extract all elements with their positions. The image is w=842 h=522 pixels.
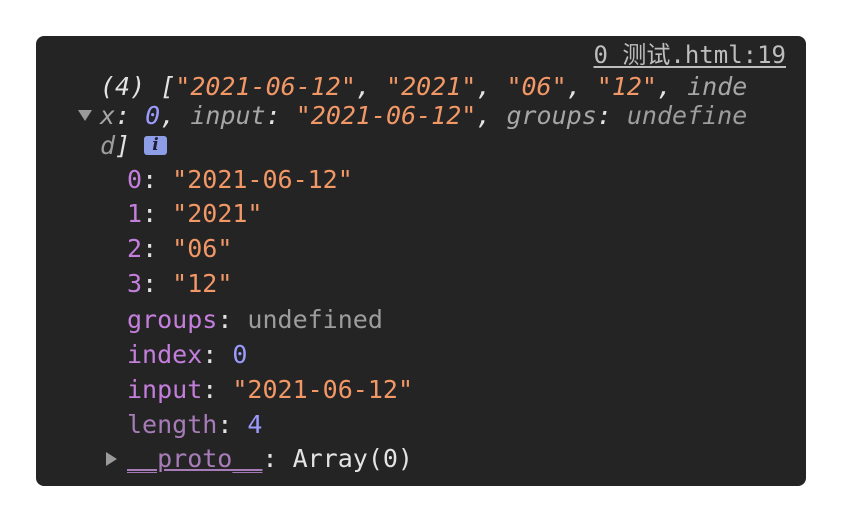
summary-item-3: "12" — [596, 72, 657, 101]
summary-index-key-end: x — [100, 101, 116, 130]
property-value: 0 — [232, 340, 248, 369]
summary-item-1: "2021" — [386, 72, 477, 101]
info-icon[interactable]: i — [144, 136, 167, 155]
colon: : — [202, 375, 233, 404]
colon: : — [115, 101, 146, 130]
array-entry-2: 2: "06" — [127, 232, 232, 266]
entry-value: "12" — [172, 269, 233, 298]
summary-groups-key: groups — [506, 101, 597, 130]
source-link[interactable]: 0 测试.html:19 — [594, 39, 787, 71]
summary-groups-value-start: undefine — [626, 101, 748, 130]
colon: : — [596, 101, 627, 130]
close-bracket: ] — [115, 131, 131, 160]
console-panel: 0 测试.html:19 (4) ["2021-06-12", "2021", … — [36, 36, 806, 486]
proto-property[interactable]: __proto__: Array(0) — [127, 442, 413, 476]
separator: , — [355, 72, 387, 101]
separator: , — [160, 101, 191, 130]
entry-key: 1 — [127, 199, 143, 228]
expand-proto-icon[interactable] — [106, 452, 117, 466]
property-key: index — [127, 340, 203, 369]
property-value: 4 — [247, 410, 263, 439]
array-entry-0: 0: "2021-06-12" — [127, 163, 353, 197]
property-key: input — [127, 375, 203, 404]
summary-input-value: "2021-06-12" — [295, 101, 477, 130]
property-value: undefined — [247, 305, 383, 334]
colon: : — [142, 234, 173, 263]
array-entry-3: 3: "12" — [127, 267, 232, 301]
property-key: length — [127, 410, 218, 439]
colon: : — [265, 101, 296, 130]
length-property: length: 4 — [127, 408, 262, 442]
summary-item-2: "06" — [506, 72, 567, 101]
entry-key: 2 — [127, 234, 143, 263]
summary-groups-value-end: d — [100, 131, 116, 160]
array-summary-line-2: x: 0, input: "2021-06-12", groups: undef… — [100, 99, 747, 133]
property-key: groups — [127, 305, 218, 334]
summary-index-key-start: inde — [687, 72, 748, 101]
property-value: "2021-06-12" — [232, 375, 413, 404]
separator: , — [476, 101, 507, 130]
summary-input-key: input — [190, 101, 266, 130]
property-key: __proto__ — [127, 444, 263, 473]
separator: , — [566, 72, 597, 101]
colon: : — [217, 410, 248, 439]
index-property: index: 0 — [127, 338, 247, 372]
open-bracket: [ — [160, 72, 176, 101]
array-entry-1: 1: "2021" — [127, 197, 262, 231]
separator: , — [656, 72, 688, 101]
property-value: Array(0) — [292, 444, 413, 473]
array-count: (4) — [100, 72, 146, 101]
separator: , — [476, 72, 507, 101]
summary-index-value: 0 — [145, 101, 161, 130]
colon: : — [142, 269, 173, 298]
entry-value: "2021" — [172, 199, 263, 228]
colon: : — [202, 340, 233, 369]
colon: : — [262, 444, 293, 473]
entry-key: 0 — [127, 165, 143, 194]
input-property: input: "2021-06-12" — [127, 373, 413, 407]
groups-property: groups: undefined — [127, 303, 383, 337]
entry-key: 3 — [127, 269, 143, 298]
collapse-toggle-icon[interactable] — [78, 110, 92, 121]
array-summary-line-3: d] — [100, 129, 130, 163]
colon: : — [217, 305, 248, 334]
colon: : — [142, 165, 173, 194]
entry-value: "06" — [172, 234, 233, 263]
colon: : — [142, 199, 173, 228]
entry-value: "2021-06-12" — [172, 165, 353, 194]
summary-item-0: "2021-06-12" — [175, 72, 356, 101]
